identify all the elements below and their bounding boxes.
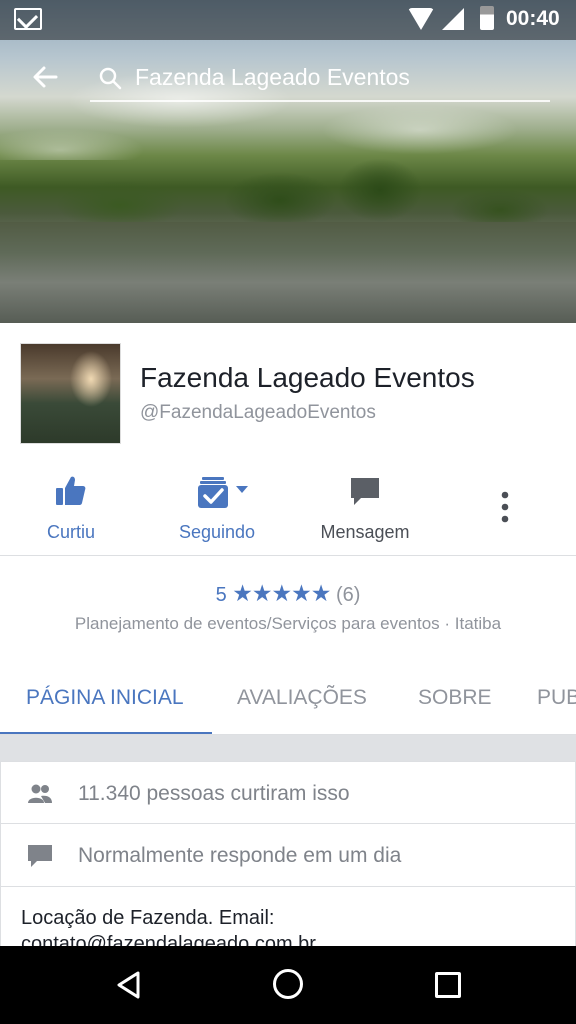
following-check-icon [197, 477, 248, 508]
rating-summary[interactable]: 5 ★★★★★ (6) [0, 580, 576, 607]
more-options-button[interactable] [488, 470, 522, 550]
response-time-text: Normalmente responde em um dia [78, 844, 402, 867]
rating-stars-icon: ★★★★★ [232, 580, 331, 606]
search-icon [99, 67, 122, 90]
nav-recents-icon[interactable] [435, 972, 461, 998]
thumbs-up-icon [56, 476, 86, 505]
battery-icon [480, 6, 494, 30]
status-bar: 00:40 [0, 0, 576, 40]
message-bubble-icon [351, 478, 379, 505]
search-underline [90, 100, 550, 102]
more-vertical-icon [501, 491, 509, 523]
likes-row[interactable]: 11.340 pessoas curtiram isso [1, 761, 576, 824]
info-card: 11.340 pessoas curtiram isso Normalmente… [0, 761, 576, 955]
people-icon [28, 784, 52, 803]
cover-photo[interactable] [0, 0, 576, 323]
nav-home-icon[interactable] [273, 969, 303, 999]
tab-posts[interactable]: PUB [537, 686, 576, 710]
wifi-icon [408, 8, 434, 30]
cell-signal-icon [442, 8, 464, 30]
section-separator [0, 735, 576, 761]
back-arrow-icon[interactable] [28, 62, 62, 92]
search-input[interactable]: Fazenda Lageado Eventos [135, 64, 410, 91]
search-bar: Fazenda Lageado Eventos [0, 50, 576, 106]
system-nav-bar [0, 946, 576, 1024]
actions-divider [0, 555, 576, 556]
nav-back-icon[interactable] [114, 970, 144, 1000]
page-handle: @FazendaLageadoEventos [140, 402, 376, 423]
status-time: 00:40 [506, 7, 560, 30]
message-label: Mensagem [320, 522, 410, 542]
profile-picture[interactable] [20, 343, 121, 444]
cover-lake [0, 222, 576, 323]
likes-text: 11.340 pessoas curtiram isso [78, 782, 350, 805]
tab-about[interactable]: SOBRE [418, 686, 492, 710]
like-label: Curtiu [46, 522, 95, 542]
following-button[interactable]: Seguindo [160, 470, 274, 550]
page-category: Planejamento de eventos/Serviços para ev… [74, 614, 502, 633]
cover-trees [0, 130, 576, 230]
tab-reviews[interactable]: AVALIAÇÕES [237, 686, 367, 710]
message-bubble-icon [28, 845, 52, 867]
tab-home[interactable]: PÁGINA INICIAL [26, 686, 184, 710]
rating-count: (6) [335, 584, 361, 606]
gmail-notification-icon [14, 8, 42, 30]
rating-score: 5 [215, 584, 227, 606]
page-title: Fazenda Lageado Eventos [140, 362, 475, 393]
following-label: Seguindo [178, 522, 256, 542]
response-row: Normalmente responde em um dia [1, 824, 576, 887]
message-button[interactable]: Mensagem [305, 470, 425, 550]
like-button[interactable]: Curtiu [20, 470, 122, 550]
